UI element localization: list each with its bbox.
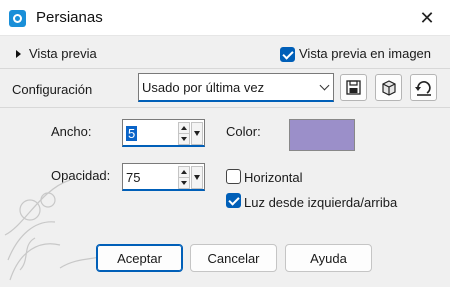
expand-arrow-icon[interactable] — [16, 50, 21, 58]
width-label: Ancho: — [51, 124, 92, 139]
save-icon — [346, 80, 361, 95]
title-bar: Persianas ✕ — [0, 0, 450, 36]
color-swatch[interactable] — [289, 119, 355, 151]
width-value[interactable]: 5 — [126, 126, 138, 141]
image-preview-label[interactable]: Vista previa en imagen — [299, 46, 431, 61]
cancel-button[interactable]: Cancelar — [190, 244, 277, 272]
window-title: Persianas — [36, 9, 103, 26]
accept-button[interactable]: Aceptar — [96, 244, 183, 272]
preview-toggle-label[interactable]: Vista previa — [29, 46, 97, 61]
preset-value: Usado por última vez — [142, 80, 265, 95]
width-decrement-button[interactable] — [178, 133, 190, 145]
close-button[interactable]: ✕ — [404, 0, 450, 36]
close-icon: ✕ — [419, 7, 435, 28]
opacity-decrement-button[interactable] — [178, 177, 190, 189]
light-direction-checkbox[interactable] — [226, 193, 241, 208]
horizontal-checkbox[interactable] — [226, 169, 241, 184]
cube-icon — [381, 79, 396, 96]
preview-row: Vista previa Vista previa en imagen — [0, 36, 450, 70]
save-preset-button[interactable] — [340, 74, 367, 101]
reset-icon — [415, 80, 431, 96]
width-dropdown-button[interactable] — [191, 122, 203, 145]
opacity-dropdown-button[interactable] — [191, 166, 203, 189]
chevron-down-icon — [319, 80, 330, 91]
reset-button[interactable] — [410, 74, 437, 101]
configuration-label: Configuración — [12, 82, 93, 97]
color-label: Color: — [226, 124, 261, 139]
width-spinbox[interactable]: 5 — [122, 119, 205, 147]
help-button[interactable]: Ayuda — [285, 244, 372, 272]
light-direction-label[interactable]: Luz desde izquierda/arriba — [244, 195, 397, 210]
image-preview-checkbox[interactable] — [280, 47, 295, 62]
preset-dropdown[interactable]: Usado por última vez — [138, 73, 334, 102]
app-icon — [9, 10, 26, 27]
presets-button[interactable] — [375, 74, 402, 101]
configuration-row: Configuración Usado por última vez — [0, 68, 450, 108]
horizontal-label[interactable]: Horizontal — [244, 170, 303, 185]
